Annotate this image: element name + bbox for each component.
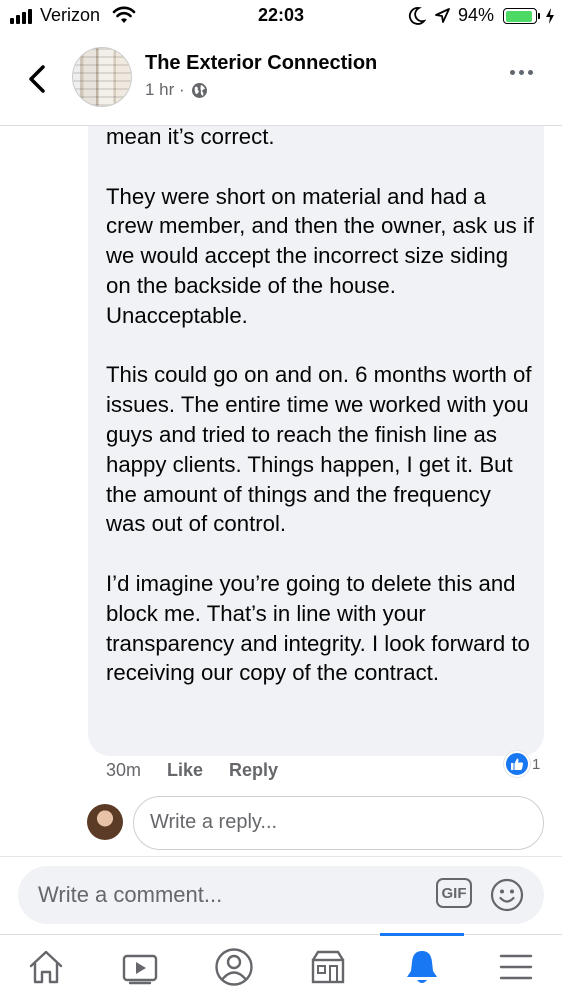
notifications-icon (407, 951, 437, 983)
active-tab-indicator (380, 933, 464, 936)
reaction-count: 1 (532, 755, 541, 773)
page-avatar[interactable] (72, 47, 132, 107)
watch-icon (122, 954, 158, 985)
post-header: The Exterior Connection 1 hr · (0, 34, 562, 126)
nav-home[interactable] (24, 945, 68, 989)
comment-time: 30m (106, 760, 142, 780)
user-avatar (87, 804, 123, 840)
charging-icon (544, 7, 556, 30)
like-button[interactable]: Like (167, 760, 203, 781)
nav-watch[interactable] (118, 945, 162, 989)
back-button[interactable] (22, 62, 52, 96)
nav-menu[interactable] (494, 945, 538, 989)
moon-icon (408, 6, 427, 31)
bottom-navigation (0, 933, 562, 1000)
page-name[interactable]: The Exterior Connection (145, 52, 377, 75)
more-options-button[interactable] (510, 70, 533, 75)
divider (0, 856, 562, 857)
nav-notifications[interactable] (400, 945, 444, 989)
comment-text: mean it’s correct. They were short on ma… (106, 124, 534, 686)
marketplace-icon (311, 950, 345, 984)
chevron-left-icon (29, 65, 45, 93)
home-icon (29, 950, 63, 984)
nav-profile[interactable] (212, 945, 256, 989)
battery-icon (503, 8, 537, 24)
smiley-icon (490, 878, 524, 912)
battery-tip (538, 13, 540, 19)
post-meta: 1 hr · (145, 80, 208, 100)
emoji-button[interactable] (490, 878, 524, 912)
reply-input[interactable]: Write a reply... (133, 796, 544, 850)
thumbs-up-icon (504, 751, 530, 777)
post-time: 1 hr · (145, 80, 185, 99)
status-bar: Verizon 22:03 94% (0, 0, 562, 34)
nav-marketplace[interactable] (306, 945, 350, 989)
location-icon (433, 6, 451, 31)
gif-button[interactable]: GIF (436, 878, 472, 908)
reply-button[interactable]: Reply (229, 760, 278, 781)
menu-icon (499, 954, 533, 980)
globe-icon (191, 82, 207, 98)
profile-icon (215, 948, 253, 986)
comment-actions: 30m Like Reply (106, 760, 278, 781)
ellipsis-icon (510, 70, 515, 75)
reaction-summary[interactable]: 1 (504, 751, 540, 777)
battery-percent: 94% (458, 5, 495, 25)
